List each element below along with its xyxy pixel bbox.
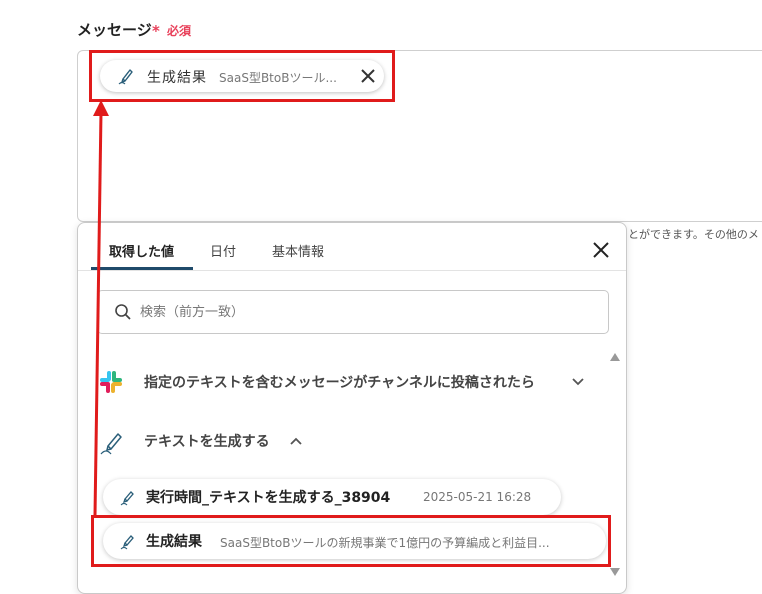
annotation-arrow — [93, 100, 109, 516]
